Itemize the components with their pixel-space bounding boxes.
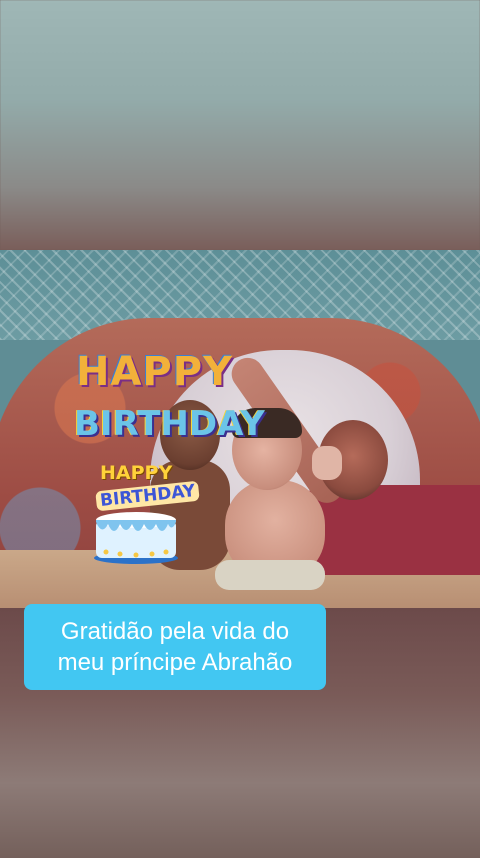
caption-line-1: Gratidão pela vida do bbox=[60, 618, 290, 645]
caption-line-2: meu príncipe Abrahão bbox=[57, 649, 293, 676]
happy-sticker[interactable]: HAPPY bbox=[76, 350, 233, 394]
cake-happy-sticker[interactable]: HAPPY bbox=[100, 462, 172, 484]
birthday-sticker[interactable]: BIRTHDAY bbox=[74, 404, 265, 444]
waving-hand bbox=[312, 446, 342, 480]
birthday-cake-icon bbox=[94, 512, 178, 564]
blurred-background-top bbox=[0, 0, 480, 250]
baby-diaper bbox=[215, 560, 325, 590]
caption-text-box[interactable]: Gratidão pela vida do meu príncipe Abrah… bbox=[24, 604, 326, 690]
